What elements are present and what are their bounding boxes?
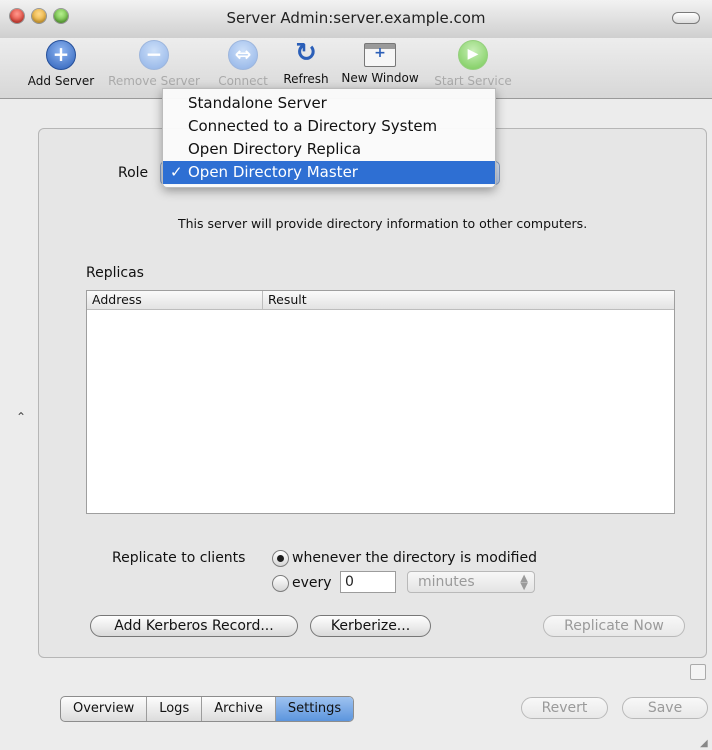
role-dropdown-menu: Standalone Server Connected to a Directo… (162, 88, 496, 188)
view-tabs: Overview Logs Archive Settings (60, 696, 355, 722)
replicas-label: Replicas (86, 265, 144, 281)
replicate-now-button[interactable]: Replicate Now (543, 615, 685, 637)
menu-item-standalone[interactable]: Standalone Server (163, 92, 495, 115)
add-server-button[interactable]: + Add Server (24, 40, 98, 88)
start-service-label: Start Service (434, 74, 512, 88)
refresh-icon: ↻ (295, 38, 317, 68)
table-header: Address Result (87, 291, 674, 310)
new-window-label: New Window (341, 71, 419, 85)
column-divider (262, 291, 263, 309)
tab-overview[interactable]: Overview (61, 697, 148, 721)
kerberize-button[interactable]: Kerberize... (310, 615, 431, 637)
menu-item-master[interactable]: ✓ Open Directory Master (163, 161, 495, 184)
interval-input[interactable]: 0 (340, 571, 396, 593)
interval-unit-label: minutes (418, 574, 475, 590)
list-icon[interactable] (690, 664, 706, 680)
new-window-button[interactable]: + New Window (340, 40, 420, 85)
new-window-icon: + (364, 43, 396, 67)
menu-item-connected[interactable]: Connected to a Directory System (163, 115, 495, 138)
radio-every-label: every (292, 575, 332, 591)
connect-icon: ⇔ (228, 40, 258, 70)
radio-on-modify-label: whenever the directory is modified (292, 550, 537, 566)
title-bar: Server Admin:server.example.com (0, 0, 712, 39)
remove-server-icon: − (139, 40, 169, 70)
remove-server-button[interactable]: − Remove Server (104, 40, 204, 88)
column-header-result[interactable]: Result (268, 292, 307, 307)
toolbar-toggle-button[interactable] (672, 12, 700, 24)
connect-label: Connect (218, 74, 268, 88)
role-label: Role (118, 165, 149, 181)
sidebar-toggle-icon[interactable]: ⌃ (16, 410, 26, 424)
add-server-icon: + (46, 40, 76, 70)
window-title: Server Admin:server.example.com (226, 9, 486, 27)
resize-grip-icon[interactable]: ◢ (700, 738, 708, 749)
revert-button[interactable]: Revert (521, 697, 608, 719)
checkmark-icon: ✓ (170, 163, 183, 181)
start-service-icon: ▶ (458, 40, 488, 70)
interval-unit-popup[interactable]: minutes ▲ ▼ (407, 571, 535, 593)
popup-arrows-icon: ▲▼ (520, 573, 528, 592)
menu-item-master-label: Open Directory Master (188, 163, 358, 181)
column-header-address[interactable]: Address (92, 292, 142, 307)
replicas-table[interactable]: Address Result (86, 290, 675, 514)
replicate-label: Replicate to clients (112, 550, 246, 566)
menu-item-replica[interactable]: Open Directory Replica (163, 138, 495, 161)
connect-button[interactable]: ⇔ Connect (212, 40, 274, 88)
radio-every[interactable] (272, 575, 289, 592)
add-kerberos-record-button[interactable]: Add Kerberos Record... (90, 615, 298, 637)
role-description: This server will provide directory infor… (178, 216, 588, 231)
refresh-button[interactable]: ↻ Refresh (278, 38, 334, 87)
tab-logs[interactable]: Logs (147, 697, 203, 721)
start-service-button[interactable]: ▶ Start Service (430, 40, 516, 88)
radio-on-modify[interactable] (272, 550, 289, 567)
remove-server-label: Remove Server (108, 74, 200, 88)
save-button[interactable]: Save (622, 697, 708, 719)
tab-settings[interactable]: Settings (275, 697, 354, 721)
refresh-label: Refresh (283, 72, 329, 86)
add-server-label: Add Server (27, 74, 95, 88)
tab-archive[interactable]: Archive (202, 697, 276, 721)
